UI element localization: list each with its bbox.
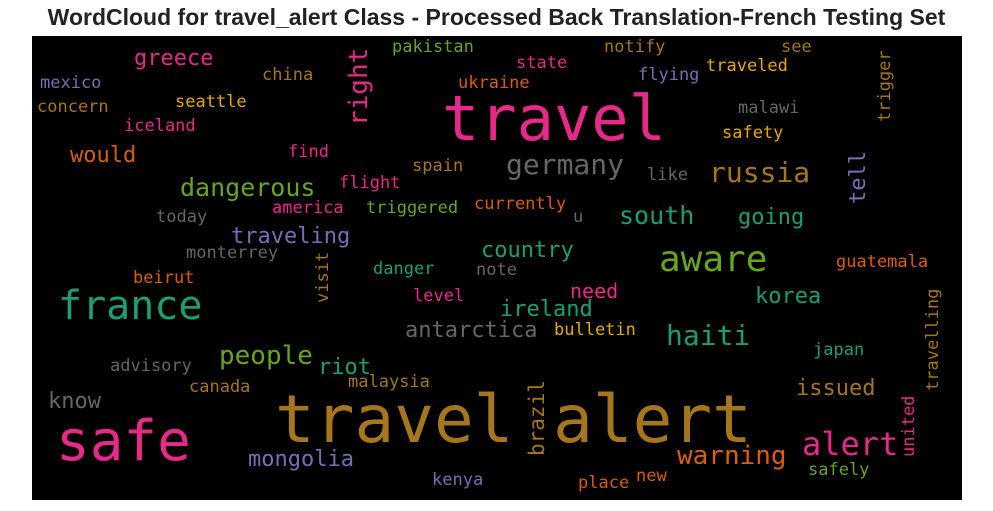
word-currently: currently: [474, 194, 567, 214]
word-malaysia: malaysia: [348, 372, 430, 392]
word-like: like: [647, 165, 688, 185]
word-aware: aware: [659, 239, 768, 280]
word-korea: korea: [755, 284, 822, 309]
word-canada: canada: [189, 377, 251, 397]
word-mexico: mexico: [40, 73, 102, 93]
word-flying: flying: [638, 65, 700, 85]
word-would: would: [70, 143, 137, 168]
word-see: see: [781, 37, 812, 57]
word-japan: japan: [813, 340, 865, 360]
figure-title: WordCloud for travel_alert Class - Proce…: [47, 4, 946, 30]
word-greece: greece: [134, 46, 214, 71]
word-flight: flight: [339, 173, 401, 193]
word-new: new: [636, 466, 667, 486]
word-beirut: beirut: [133, 268, 195, 288]
word-monterrey: monterrey: [186, 243, 279, 263]
word-safety: safety: [722, 123, 784, 143]
word-russia: russia: [709, 156, 811, 189]
word-danger: danger: [373, 259, 435, 279]
word-level: level: [413, 286, 465, 306]
word-brazil: brazil: [525, 380, 549, 456]
word-safe: safe: [56, 409, 191, 474]
word-iceland: iceland: [124, 116, 196, 136]
word-state: state: [516, 53, 568, 73]
word-right: right: [344, 47, 374, 126]
word-going: going: [738, 205, 805, 230]
word-kenya: kenya: [432, 470, 484, 490]
word-travelling: travelling: [923, 288, 943, 391]
word-note: note: [476, 260, 517, 280]
word-ukraine: ukraine: [458, 73, 530, 93]
word-country: country: [481, 238, 574, 263]
word-spain: spain: [412, 156, 464, 176]
word-advisory: advisory: [110, 356, 192, 376]
word-guatemala: guatemala: [836, 252, 929, 272]
word-cloud: travel alert travel safe france aware al…: [32, 36, 962, 500]
word-mongolia: mongolia: [248, 447, 354, 472]
word-safely: safely: [808, 460, 870, 480]
word-visit: visit: [313, 251, 333, 303]
word-france: france: [58, 283, 203, 329]
word-bulletin: bulletin: [554, 320, 636, 340]
word-south: south: [619, 201, 695, 230]
word-pakistan: pakistan: [392, 37, 474, 57]
word-united: united: [899, 395, 919, 457]
word-seattle: seattle: [175, 92, 247, 112]
word-dangerous: dangerous: [180, 173, 316, 202]
word-notify: notify: [604, 37, 666, 57]
word-antarctica: antarctica: [405, 318, 538, 343]
word-warning: warning: [677, 441, 787, 471]
word-china: china: [262, 65, 314, 85]
word-issued: issued: [796, 376, 876, 401]
word-malawi: malawi: [738, 98, 800, 118]
word-tell: tell: [846, 151, 871, 204]
word-travel: travel: [442, 82, 666, 155]
word-concern: concern: [37, 97, 109, 117]
word-germany: germany: [506, 148, 625, 181]
word-know: know: [48, 389, 101, 414]
word-america: america: [272, 198, 344, 218]
word-people: people: [219, 341, 313, 371]
word-haiti: haiti: [666, 319, 751, 352]
word-traveled: traveled: [706, 56, 788, 76]
word-trigger: trigger: [875, 50, 895, 122]
word-triggered: triggered: [366, 198, 459, 218]
word-need: need: [570, 279, 619, 303]
word-place: place: [578, 473, 630, 493]
word-alert: alert: [802, 425, 899, 463]
word-today: today: [156, 207, 208, 227]
word-find: find: [288, 142, 329, 162]
word-u: u: [573, 207, 584, 227]
